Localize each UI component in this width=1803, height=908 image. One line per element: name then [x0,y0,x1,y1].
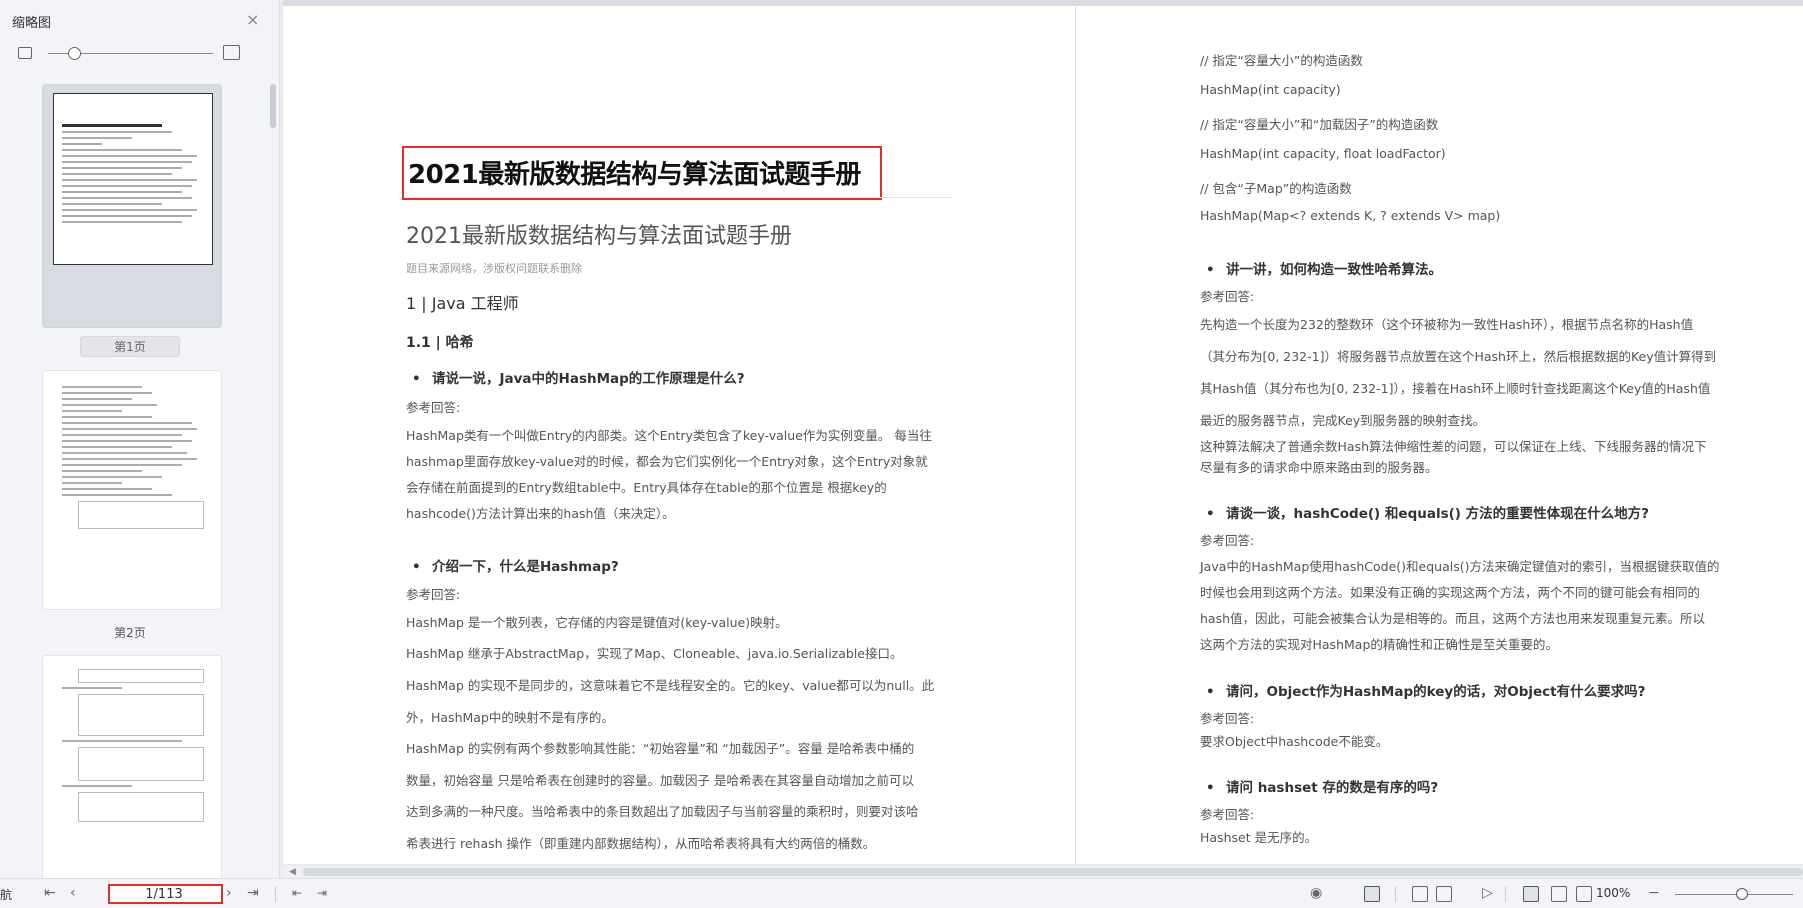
thumbnail-preview [53,664,213,878]
image-large-icon[interactable] [223,45,240,60]
continuous-icon[interactable] [1412,886,1428,902]
answer-line: hashmap里面存放key-value对的时候，都会为它们实例化一个Entry… [406,454,928,469]
document-subtitle: 2021最新版数据结构与算法面试题手册 [406,224,792,249]
answer-line: hash值，因此，可能会被集合认为是相等的。而且，这两个方法也用来发现重复元素。… [1200,611,1706,626]
section-heading: 1 | Java 工程师 [406,294,519,313]
answer-line: 外，HashMap中的映射不是有序的。 [406,710,614,725]
page-column-divider [1075,6,1076,864]
answer-line: HashMap 的实例有两个参数影响其性能：“初始容量”和 “加载因子”。容量 … [406,741,915,756]
thumbnail-sidebar: 缩略图 × 第1页 第2页 [0,0,280,878]
zoom-slider-knob[interactable] [1736,888,1748,900]
next-page-icon[interactable]: › [226,885,232,901]
fit-page-icon[interactable] [1551,886,1567,902]
prev-page-icon[interactable]: ‹ [70,885,76,901]
eye-icon[interactable]: ◉ [1310,885,1322,901]
document-title: 2021最新版数据结构与算法面试题手册 [408,160,861,190]
page-input-highlight [108,884,223,904]
page-number-input[interactable] [114,887,214,901]
subsection-heading: 1.1 | 哈希 [406,335,474,351]
answer-line: 尽量有多的请求命中原来路由到的服务器。 [1200,460,1438,475]
answer-line: 最近的服务器节点，完成Key到服务器的映射查找。 [1200,413,1486,428]
single-page-icon[interactable] [1364,886,1380,902]
close-icon[interactable]: × [246,12,259,28]
code-comment: // 指定“容量大小”的构造函数 [1200,53,1363,68]
zoom-slider-track[interactable] [1675,894,1793,895]
scroll-left-icon[interactable]: ◀ [289,867,296,877]
thumbnail-page-1[interactable] [42,84,222,328]
answer-line: 要求Object中hashcode不能变。 [1200,734,1389,749]
answer-line: 时候也会用到这两个方法。如果没有正确的实现这两个方法，两个不同的键可能会有相同的 [1200,585,1701,600]
answer-line: Java中的HashMap使用hashCode()和equals()方法来确定键… [1200,559,1720,574]
question-heading: 请说一说，Java中的HashMap的工作原理是什么? [406,367,745,387]
thumbnail-page-2[interactable] [42,370,222,610]
question-heading: 请问 hashset 存的数是有序的吗? [1200,776,1438,796]
question-heading: 介绍一下，什么是Hashmap? [406,555,619,575]
image-small-icon[interactable] [18,47,32,59]
answer-line: （其分布为[0, 232-1]）将服务器节点放置在这个Hash环上，然后根据数据… [1200,349,1717,364]
answer-line: HashMap类有一个叫做Entry的内部类。这个Entry类包含了key-va… [406,428,932,443]
answer-line: HashMap 继承于AbstractMap，实现了Map、Cloneable、… [406,646,903,661]
thumbnail-zoom [18,45,248,66]
thumbnail-label-page-2: 第2页 [114,626,146,640]
answer-line: 这两个方法的实现对HashMap的精确性和正确性是至关重要的。 [1200,637,1558,652]
forward-icon[interactable]: ⇥ [317,885,327,901]
code-line: HashMap(Map<? extends K, ? extends V> ma… [1200,208,1501,223]
answer-line: 这种算法解决了普通余数Hash算法伸缩性差的问题，可以保证在上线、下线服务器的情… [1200,439,1707,454]
zoom-level[interactable]: 100% [1596,886,1630,900]
answer-line: 达到多满的一种尺度。当哈希表中的条目数超出了加载因子与当前容量的乘积时，则要对该… [406,804,919,819]
code-comment: // 包含“子Map”的构造函数 [1200,181,1352,196]
question-heading: 请问，Object作为HashMap的key的话，对Object有什么要求吗? [1200,680,1645,700]
navigation-label[interactable]: 航 [0,886,12,903]
title-rule [406,197,951,198]
thumbnail-zoom-knob[interactable] [68,47,81,60]
copyright-note: 题目来源网络，涉版权问题联系删除 [406,262,582,275]
fit-width-icon[interactable] [1576,886,1592,902]
code-line: HashMap(int capacity) [1200,82,1341,97]
answer-line: hashcode()方法计算出来的hash值（来决定）。 [406,506,675,521]
answer-line: 数量，初始容量 只是哈希表在创建时的容量。加载因子 是哈希表在其容量自动增加之前… [406,773,914,788]
back-icon[interactable]: ⇤ [292,885,302,901]
last-page-icon[interactable]: ⇥ [247,885,259,901]
answer-line: 其Hash值（其分布也为[0, 232-1]），接着在Hash环上顺时针查找距离… [1200,381,1711,396]
answer-label: 参考回答: [406,587,461,602]
play-icon[interactable]: ▷ [1482,885,1493,901]
answer-line: 先构造一个长度为232的整数环（这个环被称为一致性Hash环），根据节点名称的H… [1200,317,1694,332]
thumbnail-preview [53,93,213,265]
zoom-out-icon[interactable]: − [1648,885,1660,901]
sidebar-title: 缩略图 [12,16,52,31]
first-page-icon[interactable]: ⇤ [44,885,56,901]
question-heading: 讲一讲，如何构造一致性哈希算法。 [1200,258,1442,278]
answer-line: 希表进行 rehash 操作（即重建内部数据结构），从而哈希表将具有大约两倍的桶… [406,836,876,851]
horizontal-scroll-thumb[interactable] [303,868,1803,876]
answer-line: HashMap 的实现不是同步的，这意味着它不是线程安全的。它的key、valu… [406,678,935,693]
horizontal-scrollbar[interactable]: ◀ [283,866,1803,878]
status-bar: 航 ⇤ ‹ › ⇥ ⇤ ⇥ ◉ ▷ 100% − [0,878,1803,908]
double-page-icon[interactable] [1436,886,1452,902]
answer-label: 参考回答: [1200,533,1255,548]
answer-line: HashMap 是一个散列表，它存储的内容是键值对(key-value)映射。 [406,615,788,630]
answer-label: 参考回答: [406,400,461,415]
thumbnail-label-page-1: 第1页 [80,336,180,357]
code-comment: // 指定“容量大小”和“加载因子”的构造函数 [1200,117,1439,132]
answer-label: 参考回答: [1200,807,1255,822]
question-heading: 请谈一谈，hashCode() 和equals() 方法的重要性体现在什么地方? [1200,502,1649,522]
actual-size-icon[interactable] [1523,886,1539,902]
thumbnail-page-3[interactable] [42,655,222,878]
answer-label: 参考回答: [1200,711,1255,726]
answer-line: 会存储在前面提到的Entry数组table中。Entry具体存在table的那个… [406,480,887,495]
answer-label: 参考回答: [1200,289,1255,304]
sidebar-scrollbar[interactable] [270,84,276,128]
answer-line: Hashset 是无序的。 [1200,830,1318,845]
code-line: HashMap(int capacity, float loadFactor) [1200,146,1446,161]
thumbnail-preview [53,379,213,601]
